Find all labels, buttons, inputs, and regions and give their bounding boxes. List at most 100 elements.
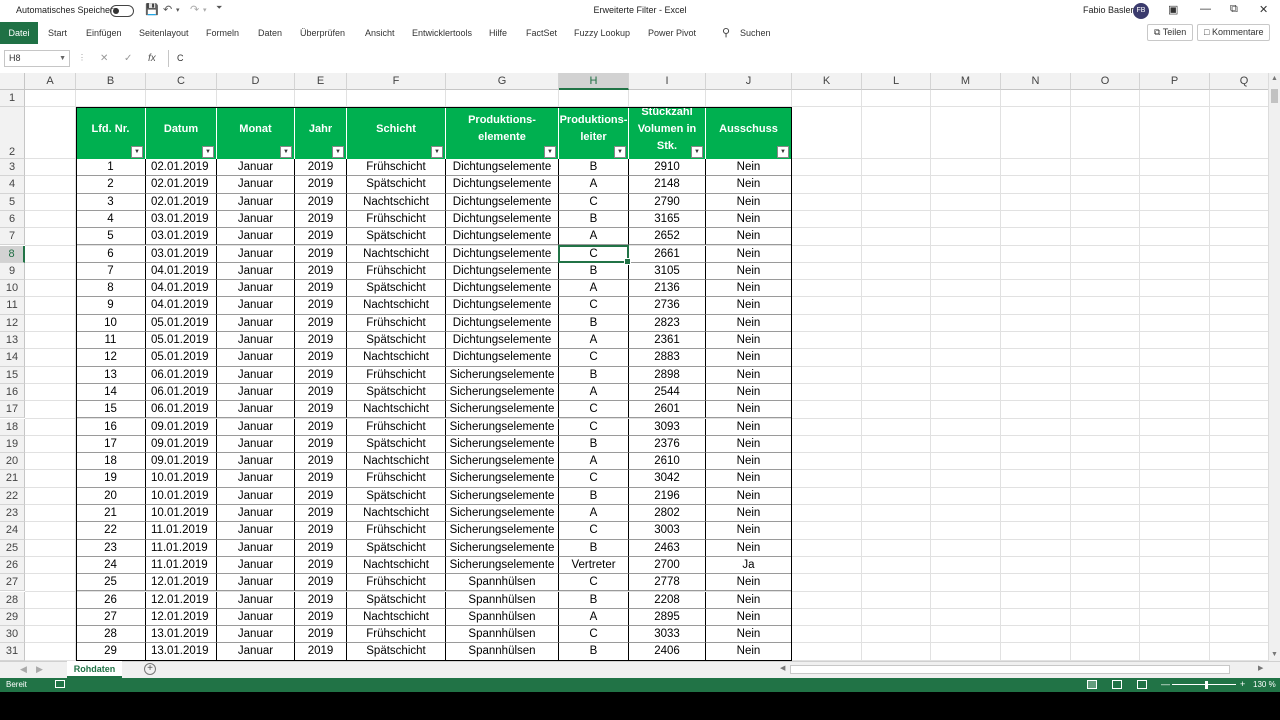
table-cell[interactable]: 2019 (295, 228, 347, 246)
table-cell[interactable]: 2463 (629, 539, 706, 557)
table-cell[interactable]: Sicherungselemente (446, 366, 559, 384)
table-cell[interactable]: C (559, 574, 629, 592)
table-cell[interactable]: 12 (76, 349, 146, 367)
table-cell[interactable]: Sicherungselemente (446, 435, 559, 454)
table-cell[interactable]: Spätschicht (347, 643, 446, 661)
table-cell[interactable]: Spätschicht (347, 591, 446, 609)
table-cell[interactable]: Frühschicht (347, 210, 446, 229)
filter-dropdown-icon[interactable]: ▼ (280, 146, 292, 158)
table-cell[interactable]: C (559, 470, 629, 488)
row-header-22[interactable]: 22 (0, 487, 25, 505)
table-cell[interactable]: Nein (706, 193, 792, 211)
tab-help[interactable]: Hilfe (489, 28, 507, 38)
column-header-c[interactable]: C (146, 73, 217, 90)
table-cell[interactable]: 2544 (629, 383, 706, 402)
table-cell[interactable]: 11 (76, 332, 146, 350)
table-cell[interactable]: B (559, 262, 629, 281)
table-cell[interactable]: C (559, 193, 629, 211)
table-cell[interactable]: 06.01.2019 (146, 366, 217, 384)
table-cell[interactable]: 02.01.2019 (146, 193, 217, 211)
table-cell[interactable]: Nein (706, 210, 792, 229)
table-cell[interactable]: Nein (706, 332, 792, 350)
table-cell[interactable]: Januar (217, 176, 295, 194)
name-box[interactable]: H8 ▼ (4, 50, 70, 67)
table-cell[interactable]: 13 (76, 366, 146, 384)
zoom-slider-thumb[interactable] (1205, 681, 1208, 689)
table-cell[interactable]: 2019 (295, 505, 347, 523)
table-cell[interactable]: A (559, 608, 629, 627)
table-cell[interactable]: Spätschicht (347, 332, 446, 350)
confirm-icon[interactable]: ✓ (124, 53, 132, 64)
table-cell[interactable]: 2019 (295, 245, 347, 263)
table-cell[interactable]: 09.01.2019 (146, 453, 217, 471)
table-cell[interactable]: 2019 (295, 470, 347, 488)
table-cell[interactable]: 02.01.2019 (146, 159, 217, 177)
table-cell[interactable]: 13.01.2019 (146, 626, 217, 644)
table-cell[interactable]: 1 (76, 159, 146, 177)
tab-power-pivot[interactable]: Power Pivot (648, 28, 696, 38)
table-cell[interactable]: Januar (217, 401, 295, 419)
row-header-12[interactable]: 12 (0, 314, 25, 332)
table-cell[interactable]: B (559, 591, 629, 609)
table-cell[interactable]: Sicherungselemente (446, 453, 559, 471)
table-cell[interactable]: 2019 (295, 280, 347, 298)
table-cell[interactable]: Dichtungselemente (446, 314, 559, 332)
table-cell[interactable]: Spannhülsen (446, 626, 559, 644)
table-cell[interactable]: 2208 (629, 591, 706, 609)
row-header-26[interactable]: 26 (0, 556, 25, 575)
sheet-tab-rohdaten[interactable]: Rohdaten (67, 661, 122, 678)
table-cell[interactable]: Nein (706, 245, 792, 263)
row-header-1[interactable]: 1 (0, 90, 25, 107)
table-cell[interactable]: 2823 (629, 314, 706, 332)
table-cell[interactable]: A (559, 505, 629, 523)
column-header-m[interactable]: M (931, 73, 1001, 90)
table-cell[interactable]: 2406 (629, 643, 706, 661)
filter-dropdown-icon[interactable]: ▼ (544, 146, 556, 158)
row-header-10[interactable]: 10 (0, 280, 25, 298)
tab-factset[interactable]: FactSet (526, 28, 557, 38)
table-cell[interactable]: Nein (706, 539, 792, 557)
column-header-f[interactable]: F (347, 73, 446, 90)
table-cell[interactable]: 21 (76, 505, 146, 523)
table-cell[interactable]: C (559, 297, 629, 315)
table-cell[interactable]: 23 (76, 539, 146, 557)
table-cell[interactable]: Sicherungselemente (446, 383, 559, 402)
table-cell[interactable]: 9 (76, 297, 146, 315)
table-cell[interactable]: B (559, 314, 629, 332)
horizontal-scroll-thumb[interactable] (790, 665, 1230, 674)
table-cell[interactable]: Frühschicht (347, 366, 446, 384)
chevron-down-icon[interactable]: ▼ (59, 51, 66, 66)
zoom-in-icon[interactable]: + (1240, 679, 1245, 689)
table-cell[interactable]: 2019 (295, 608, 347, 627)
table-cell[interactable]: B (559, 487, 629, 505)
table-cell[interactable]: 2601 (629, 401, 706, 419)
table-cell[interactable]: Januar (217, 297, 295, 315)
column-header-e[interactable]: E (295, 73, 347, 90)
scroll-up-icon[interactable]: ▲ (1271, 75, 1278, 82)
filter-dropdown-icon[interactable]: ▼ (691, 146, 703, 158)
tab-insert[interactable]: Einfügen (86, 28, 122, 38)
table-cell[interactable]: 24 (76, 556, 146, 575)
close-icon[interactable]: ✕ (1259, 3, 1268, 16)
table-cell[interactable]: 3 (76, 193, 146, 211)
table-cell[interactable]: 13.01.2019 (146, 643, 217, 661)
table-cell[interactable]: Nachtschicht (347, 297, 446, 315)
table-cell[interactable]: Frühschicht (347, 314, 446, 332)
search-icon[interactable]: ⚲ (722, 26, 730, 39)
table-cell[interactable]: Nein (706, 159, 792, 177)
table-cell[interactable]: Sicherungselemente (446, 401, 559, 419)
table-cell[interactable]: Frühschicht (347, 262, 446, 281)
table-cell[interactable]: 2361 (629, 332, 706, 350)
table-cell[interactable]: 06.01.2019 (146, 383, 217, 402)
scroll-thumb[interactable] (1271, 89, 1278, 103)
table-cell[interactable]: Spätschicht (347, 228, 446, 246)
table-cell[interactable]: A (559, 280, 629, 298)
table-cell[interactable]: 3165 (629, 210, 706, 229)
table-cell[interactable]: 5 (76, 228, 146, 246)
table-cell[interactable]: Nein (706, 314, 792, 332)
table-cell[interactable]: 2019 (295, 349, 347, 367)
table-cell[interactable]: A (559, 453, 629, 471)
zoom-out-icon[interactable]: — (1161, 679, 1170, 689)
row-header-30[interactable]: 30 (0, 626, 25, 644)
table-cell[interactable]: 2895 (629, 608, 706, 627)
